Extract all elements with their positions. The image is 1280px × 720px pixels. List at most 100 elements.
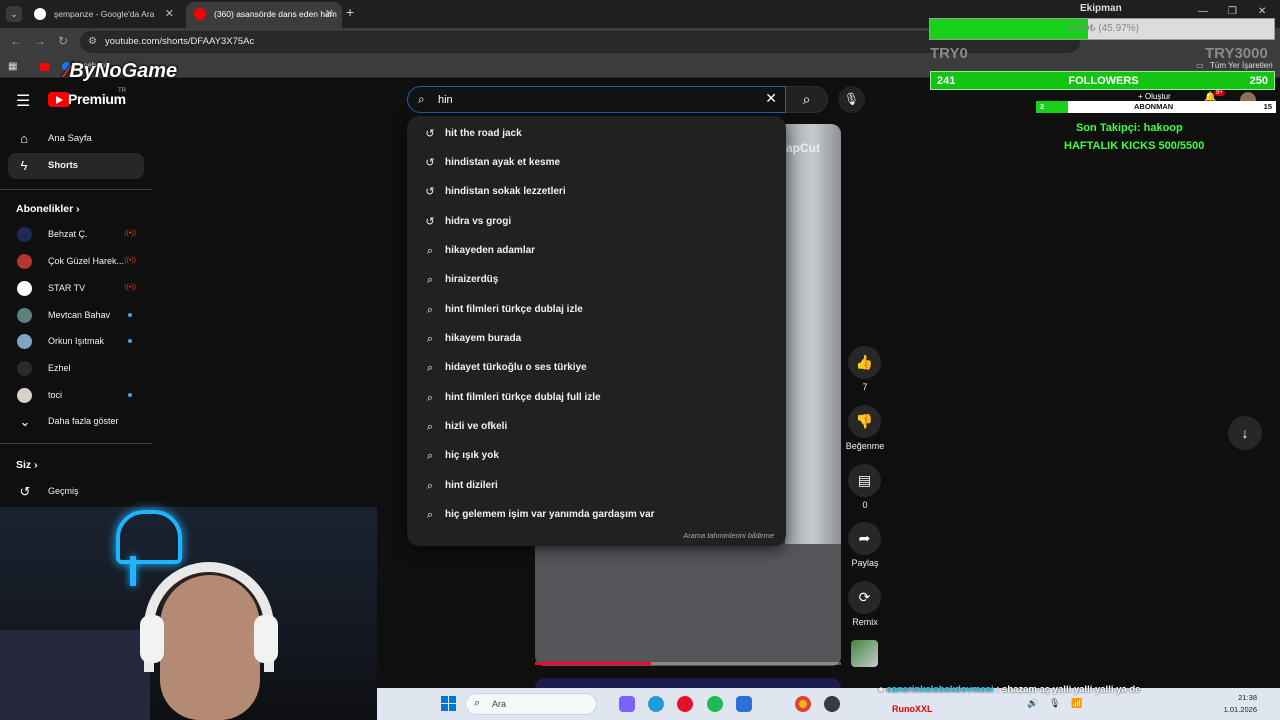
subscription-item[interactable]: STAR TV ((•))	[8, 276, 144, 302]
sidebar-item-history[interactable]: ↺ Geçmiş	[8, 479, 144, 505]
folder-icon: ▭	[1196, 61, 1204, 70]
suggestion-item[interactable]: ↺ hidra vs grogi	[407, 208, 786, 237]
menu-icon[interactable]: ☰	[16, 91, 30, 111]
sidebar-divider	[0, 443, 152, 444]
opera-app-icon[interactable]	[677, 696, 693, 712]
apps-grid-icon[interactable]: ▦	[8, 61, 17, 72]
maximize-icon[interactable]: ❐	[1228, 6, 1237, 17]
comments-button[interactable]: ▤	[848, 464, 881, 497]
youtube-bookmark-icon[interactable]	[40, 63, 50, 71]
suggestion-text: hint dizileri	[445, 480, 498, 491]
comment-icon: ▤	[857, 472, 872, 488]
remix-icon: ⟳	[858, 589, 871, 605]
goal-start-label: TRY0	[930, 45, 968, 62]
subscription-item[interactable]: toci	[8, 383, 144, 409]
suggestion-item[interactable]: ⌕ hint filmleri türkçe dublaj full izle	[407, 384, 786, 413]
youtube-favicon-icon	[194, 8, 206, 20]
browser-tab-youtube[interactable]: (360) asansörde dans eden ham ✕	[186, 2, 342, 28]
create-button[interactable]: + Oluştur	[1138, 92, 1171, 101]
suggestion-item[interactable]: ⌕ hint dizileri	[407, 472, 786, 501]
reload-icon[interactable]: ↻	[58, 34, 68, 48]
subscription-item[interactable]: Behzat Ç. ((•))	[8, 222, 144, 248]
search-icon: ⌕	[426, 392, 434, 404]
suggestion-text: hiç ışık yok	[445, 450, 499, 461]
remix-button[interactable]: ⟳	[848, 581, 881, 614]
search-input[interactable]	[438, 91, 758, 109]
start-icon-tile	[441, 704, 448, 711]
report-predictions-link[interactable]: Arama tahminlerini bildirme	[683, 531, 774, 540]
suggestion-item[interactable]: ⌕ hiç gelemem işim var yanımda gardaşım v…	[407, 501, 786, 530]
subscription-label: STAR TV	[48, 283, 86, 293]
avatar	[17, 281, 32, 296]
youtube-logo-icon[interactable]	[48, 92, 70, 107]
like-button[interactable]: 👍	[848, 346, 881, 379]
show-more-button[interactable]: ⌄ Daha fazla göster	[8, 409, 144, 435]
url-text: youtube.com/shorts/DFAAY3X75Ac	[105, 36, 255, 47]
video-progress-bar[interactable]	[535, 662, 841, 665]
share-icon: ➦	[858, 530, 871, 546]
video-progress-fill	[535, 662, 652, 665]
headphone-earcup	[254, 615, 278, 663]
tab-close-icon[interactable]: ✕	[325, 2, 334, 26]
subscriptions-title[interactable]: Abonelikler ›	[16, 203, 80, 215]
search-icon: ⌕	[426, 450, 434, 462]
subscriptions-title-text: Abonelikler	[16, 203, 74, 215]
subscription-item[interactable]: Ezhel	[8, 356, 144, 382]
suggestion-item[interactable]: ⌕ hiç ışık yok	[407, 442, 786, 471]
suggestion-item[interactable]: ↺ hindistan sokak lezzetleri	[407, 178, 786, 207]
search-icon: ⌕	[426, 333, 434, 345]
suggestion-item[interactable]: ⌕ hizli ve ofkeli	[407, 413, 786, 442]
subscribers-target: 15	[1263, 102, 1272, 111]
suggestion-item[interactable]: ↺ hit the road jack	[407, 120, 786, 149]
remix-label: Remix	[852, 617, 878, 627]
forward-icon[interactable]: →	[34, 34, 46, 48]
microphone-tray-icon[interactable]: 🎙	[1049, 698, 1060, 709]
next-video-button[interactable]: ↓	[1228, 416, 1262, 450]
bookmark-all[interactable]: Tüm Yer İşaretleri	[1210, 61, 1273, 70]
clock-date[interactable]: 1.01.2026	[1217, 705, 1257, 714]
region-code: TR	[118, 88, 126, 94]
chrome-app-icon[interactable]	[795, 696, 811, 712]
sidebar-item-shorts[interactable]: ϟ Shorts	[8, 153, 144, 179]
subscription-item[interactable]: Orkun Işıtmak	[8, 329, 144, 355]
search-button[interactable]: ⌕	[786, 86, 828, 113]
windows-start-icon[interactable]	[441, 696, 457, 712]
wifi-icon[interactable]: 📶	[1071, 698, 1082, 709]
site-info-icon[interactable]: ⚙	[88, 36, 97, 47]
back-icon[interactable]: ←	[10, 34, 22, 48]
store-app-icon[interactable]	[736, 696, 752, 712]
copilot-app-icon[interactable]	[619, 696, 635, 712]
voice-search-button[interactable]: 🎙	[838, 86, 865, 113]
spotify-app-icon[interactable]	[707, 696, 723, 712]
new-tab-icon[interactable]: +	[346, 4, 354, 20]
suggestion-item[interactable]: ↺ hindistan ayak et kesme	[407, 149, 786, 178]
tab-close-icon[interactable]: ✕	[165, 2, 174, 26]
suggestion-item[interactable]: ⌕ hikayeden adamlar	[407, 237, 786, 266]
tab-search-chevron-icon[interactable]: ⌄	[6, 6, 22, 22]
search-box[interactable]: ⌕ ✕	[407, 86, 786, 113]
you-section-title[interactable]: Siz ›	[16, 459, 38, 471]
thumbs-up-icon: 👍	[855, 354, 874, 370]
suggestion-text: hiç gelemem işim var yanımda gardaşım va…	[445, 509, 655, 520]
subscribers-current: 2	[1040, 102, 1045, 111]
search-suggestions-dropdown: ↺ hit the road jack ↺ hindistan ayak et ke…	[407, 116, 786, 546]
suggestion-item[interactable]: ⌕ hint filmleri türkçe dublaj izle	[407, 296, 786, 325]
taskbar-search[interactable]: ⌕ Ara	[465, 693, 597, 715]
suggestion-item[interactable]: ⌕ hiraizerdüş	[407, 266, 786, 295]
clock-time[interactable]: 21:38	[1227, 693, 1257, 702]
volume-icon[interactable]: 🔊	[1027, 698, 1038, 709]
dislike-button[interactable]: 👎	[848, 405, 881, 438]
subscription-item[interactable]: Çok Güzel Harek... ((•))	[8, 249, 144, 275]
subscription-item[interactable]: Mevtcan Bahav	[8, 303, 144, 329]
suggestion-item[interactable]: ⌕ hikayem burada	[407, 325, 786, 354]
clear-search-icon[interactable]: ✕	[765, 90, 777, 107]
share-button[interactable]: ➦	[848, 522, 881, 555]
sound-thumbnail[interactable]	[851, 640, 878, 667]
edge-app-icon[interactable]	[648, 696, 664, 712]
browser-tab-google[interactable]: şempanze - Google'da Ara ✕	[26, 2, 182, 28]
sidebar-item-home[interactable]: ⌂ Ana Sayfa	[8, 126, 144, 152]
obs-app-icon[interactable]	[824, 696, 840, 712]
suggestion-item[interactable]: ⌕ hidayet türkoğlu o ses türkiye	[407, 354, 786, 383]
minimize-icon[interactable]: —	[1198, 6, 1208, 17]
close-window-icon[interactable]: ✕	[1258, 6, 1266, 17]
